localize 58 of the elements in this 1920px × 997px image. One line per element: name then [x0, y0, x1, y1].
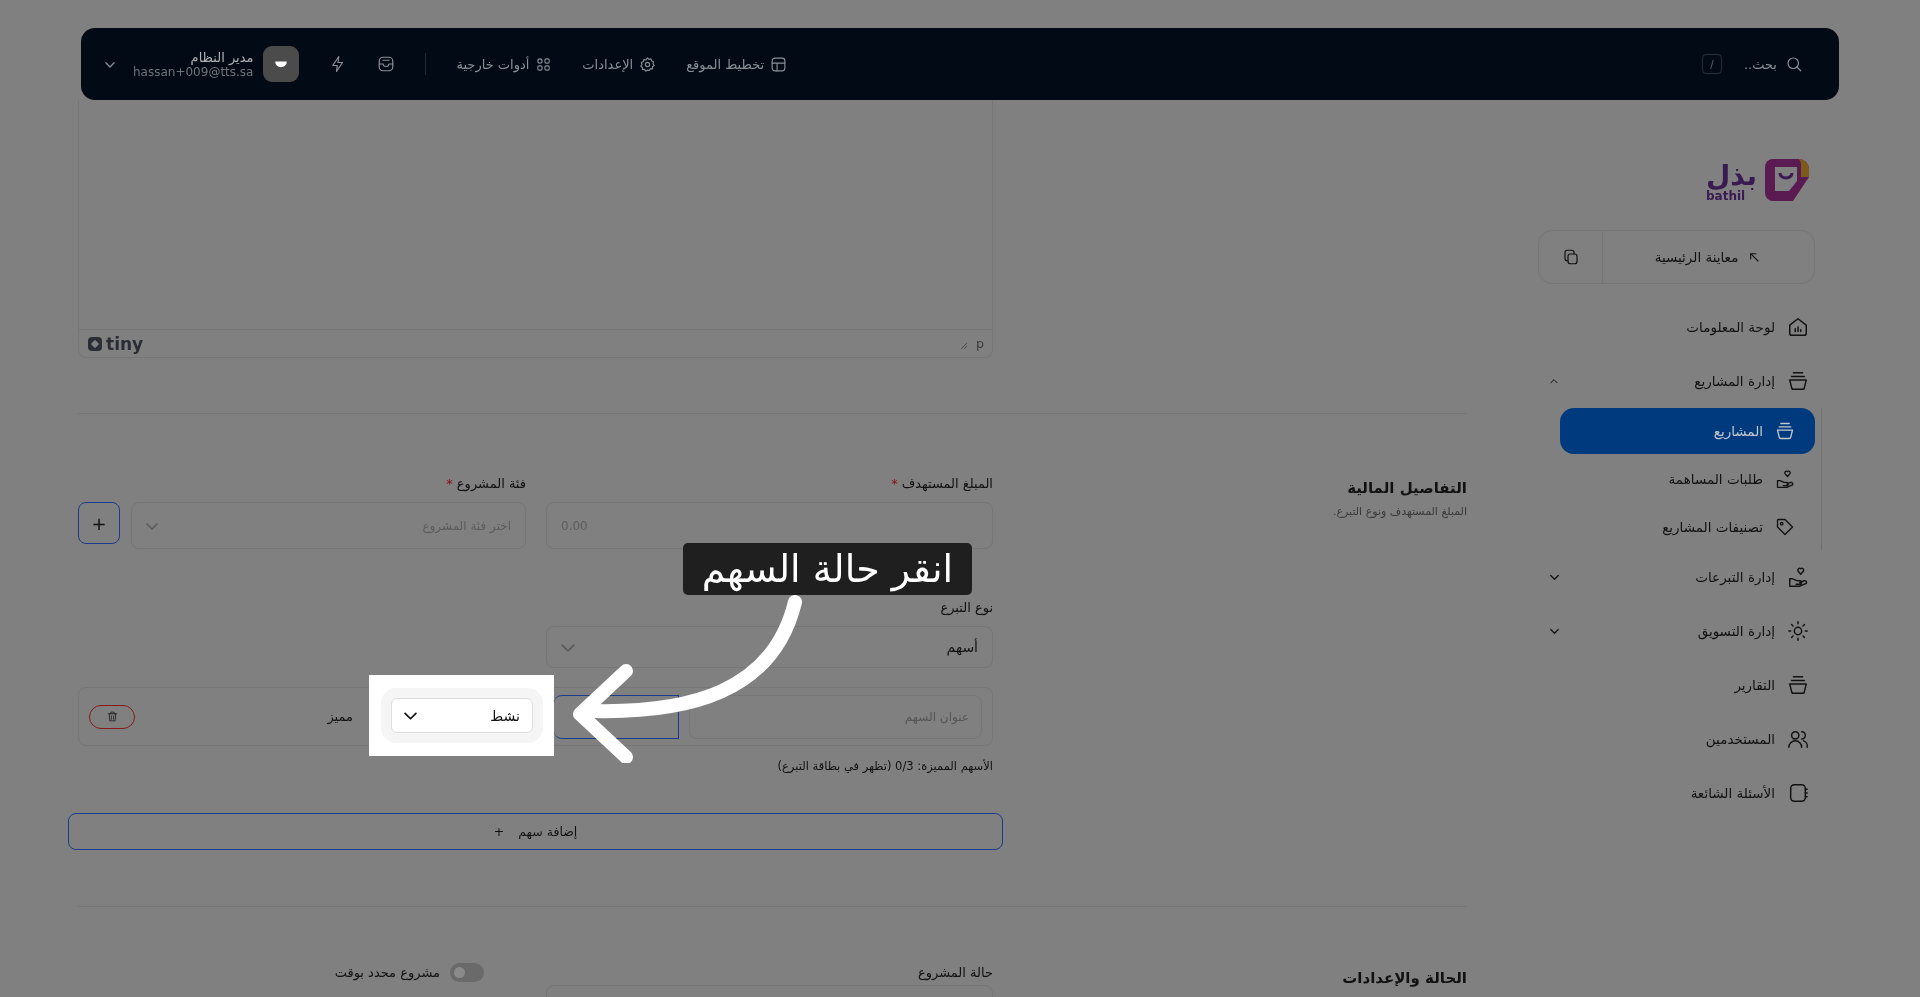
logo-text: بذل [1706, 161, 1757, 190]
add-category-button[interactable]: + [78, 502, 120, 544]
chevron-down-icon [404, 711, 417, 720]
sidebar-subitem[interactable]: طلبات المساهمة [1560, 456, 1815, 502]
chevron-down-icon [146, 521, 158, 530]
nav-link[interactable]: أدوات خارجية [456, 55, 553, 73]
toggle-label: مشروع محدد بوقت [334, 965, 440, 980]
basket-icon [1787, 674, 1809, 696]
apps-icon [535, 55, 553, 73]
sidebar-item[interactable]: الأسئلة الشائعة [1538, 766, 1815, 820]
sun-icon [1787, 620, 1809, 642]
field-label: نوع التبرع [939, 600, 993, 618]
chevron-down-icon[interactable] [105, 60, 115, 68]
element-path: p [976, 336, 984, 351]
hand-heart-icon [1775, 469, 1795, 489]
user-avatar[interactable] [263, 46, 300, 82]
chevron-down-icon [561, 642, 575, 652]
notebook-icon [1787, 782, 1809, 804]
search-icon [1785, 55, 1803, 73]
sidebar-item[interactable]: إدارة المشاريع [1538, 354, 1815, 408]
inbox-icon[interactable] [377, 55, 396, 73]
settings-icon [639, 55, 657, 73]
search-field[interactable]: بحث.. [1743, 55, 1803, 73]
sidebar-subitem[interactable]: تصنيفات المشاريع [1560, 504, 1815, 550]
nav-link[interactable]: الإعدادات [582, 55, 657, 73]
layout-icon [770, 55, 788, 73]
user-name: مدير النظام [190, 49, 254, 65]
hand-heart-icon [1787, 566, 1809, 588]
logo-text: bathil [1706, 189, 1746, 202]
dashboard-icon [1787, 316, 1809, 338]
section-subtitle: المبلغ المستهدف ونوع التبرع. [1332, 505, 1467, 518]
basket-icon [1787, 370, 1809, 392]
shortcut-key: / [1701, 54, 1722, 74]
nav-link[interactable]: تخطيط الموقع [686, 55, 788, 73]
tooltip: انقر حالة السهم [683, 543, 972, 595]
field-label: فئة المشروع * [445, 476, 526, 494]
donation-type-select[interactable]: أسهم [546, 626, 993, 668]
add-share-button[interactable]: إضافة سهم + [68, 813, 1003, 850]
users-icon [1787, 728, 1809, 750]
trash-icon [105, 710, 119, 723]
basket-icon [1775, 421, 1795, 441]
toggle-switch[interactable] [450, 963, 484, 982]
sidebar-item[interactable]: لوحة المعلومات [1538, 300, 1815, 354]
field-label: حالة المشروع [917, 965, 993, 983]
copy-icon [1561, 248, 1580, 266]
sidebar-subitem[interactable]: المشاريع [1560, 408, 1815, 454]
featured-count-text: الأسهم المميزة: 0/3 (تظهر في بطاقة التبرع) [776, 759, 993, 773]
featured-label: مميز [327, 709, 353, 724]
tiny-logo: tiny [87, 333, 144, 354]
user-email: hassan+009@tts.sa [133, 64, 254, 79]
tag-icon [1775, 517, 1795, 537]
sidebar-item[interactable]: إدارة التبرعات [1538, 550, 1815, 604]
sidebar-item[interactable]: إدارة التسويق [1538, 604, 1815, 658]
sidebar-item[interactable]: المستخدمين [1538, 712, 1815, 766]
sidebar-item[interactable]: التقارير [1538, 658, 1815, 712]
field-label: المبلغ المستهدف * [890, 476, 993, 494]
section-title: الحالة والإعدادات [1341, 969, 1467, 987]
section-title: التفاصيل المالية [1346, 479, 1467, 497]
